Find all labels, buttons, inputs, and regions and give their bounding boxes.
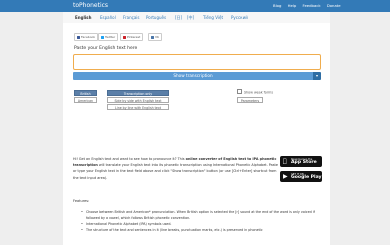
- top-navbar: toPhonetics Blog Help Feedback Donate: [0, 0, 390, 12]
- lang-portuguese[interactable]: Português: [146, 15, 166, 20]
- pinterest-icon: [123, 35, 126, 39]
- lang-japanese[interactable]: [日]: [175, 15, 182, 21]
- checkbox-icon: [237, 89, 242, 94]
- show-options-dropdown[interactable]: ▾: [313, 72, 321, 80]
- nav-blog[interactable]: Blog: [273, 3, 281, 8]
- features-heading: Features:: [73, 199, 90, 203]
- lang-english[interactable]: English: [75, 15, 91, 20]
- accent-british-option[interactable]: British: [74, 90, 97, 96]
- lang-russian[interactable]: Русский: [231, 15, 248, 20]
- weak-forms-checkbox[interactable]: Show weak forms: [237, 89, 273, 95]
- play-icon: ▶: [283, 173, 288, 180]
- facebook-icon: [77, 35, 80, 39]
- twitter-icon: [101, 35, 104, 39]
- lang-french[interactable]: Français: [123, 15, 140, 20]
- chevron-down-icon: ▾: [315, 73, 318, 78]
- english-text-input[interactable]: [73, 54, 321, 70]
- top-nav: Blog Help Feedback Donate: [273, 3, 346, 8]
- accent-american-option[interactable]: American: [74, 97, 97, 103]
- nav-help[interactable]: Help: [288, 3, 297, 8]
- output-transcription-only-option[interactable]: Transcription only: [107, 90, 169, 96]
- output-side-by-side-option[interactable]: Side by side with English text: [107, 97, 169, 103]
- features-list: Choose between British and American* pro…: [81, 209, 323, 233]
- google-play-badge[interactable]: ▶ GET IT ON Google Play: [280, 171, 322, 182]
- input-prompt: Paste your English text here: [74, 46, 138, 51]
- share-facebook-button[interactable]: Facebook: [74, 33, 99, 41]
- output-line-by-line-option[interactable]: Line by line with English text: [107, 104, 169, 110]
- show-transcription-button[interactable]: Show transcription: [73, 72, 313, 80]
- lang-vietnamese[interactable]: Tiếng Việt: [203, 15, 223, 20]
- lang-chinese[interactable]: [中]: [187, 15, 194, 21]
- nav-feedback[interactable]: Feedback: [303, 3, 321, 8]
- apple-icon: : [283, 158, 287, 165]
- share-pinterest-button[interactable]: Pinterest: [120, 33, 144, 41]
- list-item: Choose between British and American* pro…: [81, 209, 323, 221]
- vk-icon: [151, 35, 154, 39]
- nav-donate[interactable]: Donate: [327, 3, 341, 8]
- list-item: The structure of the text and sentences …: [81, 227, 323, 233]
- main-panel: Facebook Twitter Pinterest VK Paste your…: [63, 23, 330, 245]
- intro-text: Hi! Get an English text and want to see …: [73, 157, 278, 180]
- share-vk-button[interactable]: VK: [148, 33, 163, 41]
- share-twitter-button[interactable]: Twitter: [98, 33, 119, 41]
- site-logo[interactable]: toPhonetics: [73, 2, 108, 9]
- app-store-badge[interactable]:  Download on the App Store: [280, 156, 322, 167]
- parameters-button[interactable]: Parameters: [237, 97, 263, 103]
- lang-spanish[interactable]: Español: [100, 15, 116, 20]
